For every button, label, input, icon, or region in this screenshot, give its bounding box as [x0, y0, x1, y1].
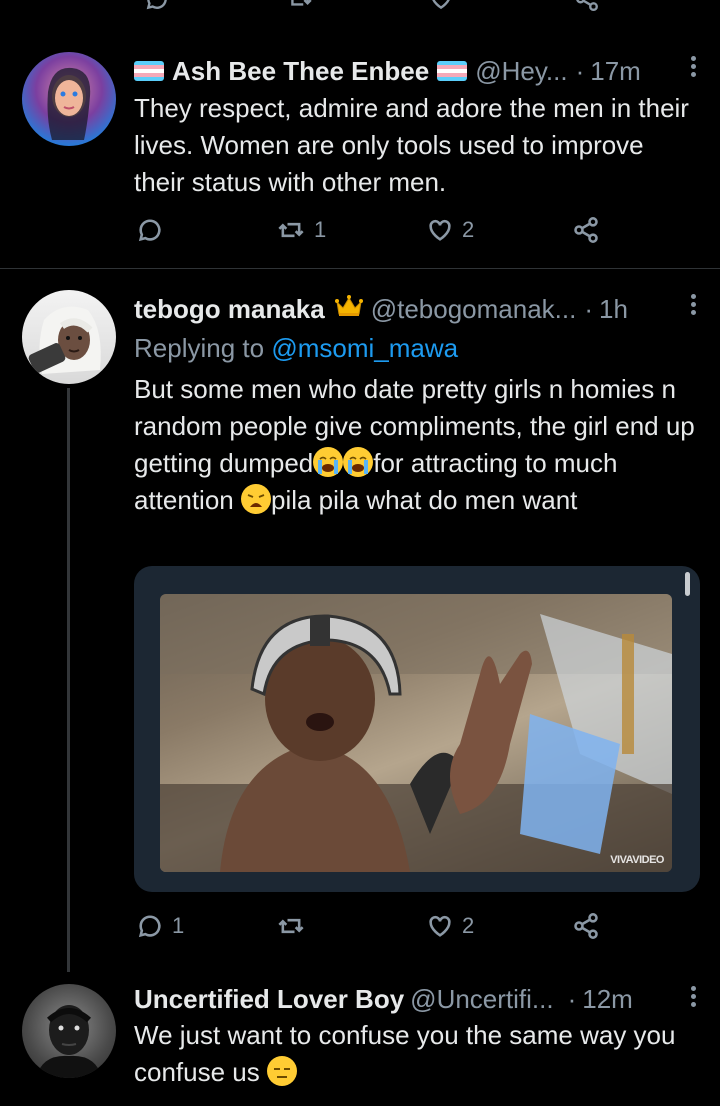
tweet-text: We just want to confuse you the same way…	[134, 1017, 700, 1091]
handle[interactable]: @tebogomanak...	[371, 294, 577, 325]
tweet-text: But some men who date pretty girls n hom…	[134, 371, 700, 519]
video-media[interactable]: VIVAVIDEO	[134, 566, 700, 892]
reply-button[interactable]: 1	[136, 912, 184, 940]
tweet-text-part: We just want to confuse you the same way…	[134, 1020, 676, 1087]
replying-to: Replying to @msomi_mawa	[134, 333, 458, 364]
separator: ·	[567, 983, 577, 1014]
trans-flag-icon	[134, 61, 164, 81]
reply-icon[interactable]	[144, 0, 170, 12]
display-name[interactable]: Uncertified Lover Boy	[134, 984, 404, 1015]
handle[interactable]: @Hey...	[475, 56, 567, 87]
like-button[interactable]: 2	[426, 912, 474, 940]
separator: ·	[584, 293, 594, 324]
like-button[interactable]: 2	[426, 216, 474, 244]
heart-icon	[429, 219, 451, 241]
display-name[interactable]: Ash Bee Thee Enbee	[172, 56, 429, 87]
video-watermark: VIVAVIDEO	[610, 854, 664, 866]
divider	[0, 268, 720, 269]
reply-icon	[138, 219, 161, 242]
heart-icon	[429, 915, 451, 937]
tweet-header: Ash Bee Thee Enbee @Hey... · 17m	[134, 54, 706, 88]
more-icon[interactable]	[688, 56, 698, 82]
handle[interactable]: @Uncertifi...	[410, 984, 553, 1015]
video-thumbnail[interactable]: VIVAVIDEO	[160, 594, 672, 872]
previous-tweet-actions	[0, 0, 720, 12]
retweet-count: 1	[314, 217, 327, 242]
tweet-header: Uncertified Lover Boy @Uncertifi... · 12…	[134, 982, 706, 1016]
reply-button[interactable]	[136, 216, 172, 244]
crown-icon	[334, 294, 363, 325]
like-count: 2	[462, 217, 475, 242]
weary-face-emoji-icon	[240, 484, 271, 514]
loudly-crying-emoji-icon	[313, 447, 344, 477]
tweet-actions: 1 2	[134, 216, 614, 250]
replying-prefix: Replying to	[134, 333, 265, 363]
timestamp[interactable]: 1h	[599, 294, 628, 325]
tweet-actions: 1 2	[134, 912, 614, 946]
reply-count: 1	[172, 913, 185, 938]
display-name[interactable]: tebogo manaka	[134, 294, 325, 325]
retweet-icon	[278, 222, 304, 238]
mention-link[interactable]: @msomi_mawa	[271, 333, 458, 363]
share-icon	[574, 217, 598, 243]
more-icon[interactable]	[688, 986, 698, 1012]
separator: ·	[575, 55, 585, 86]
loudly-crying-emoji-icon	[343, 447, 374, 477]
like-count: 2	[462, 913, 475, 938]
avatar[interactable]	[22, 984, 116, 1078]
tweet-text: They respect, admire and adore the men i…	[134, 93, 689, 197]
share-icon[interactable]	[574, 0, 600, 12]
share-button[interactable]	[572, 912, 600, 940]
tweet-header: tebogo manaka @tebogomanak... · 1h	[134, 292, 706, 326]
avatar[interactable]	[22, 290, 116, 384]
retweet-icon[interactable]	[286, 0, 314, 12]
timestamp[interactable]: 12m	[582, 984, 633, 1015]
scrollbar[interactable]	[685, 572, 690, 596]
retweet-button[interactable]: 1	[276, 216, 326, 244]
heart-icon[interactable]	[428, 0, 454, 12]
share-button[interactable]	[572, 216, 600, 244]
avatar[interactable]	[22, 52, 116, 146]
retweet-icon	[278, 918, 304, 934]
timestamp[interactable]: 17m	[590, 56, 641, 87]
expressionless-face-emoji-icon	[266, 1056, 297, 1086]
tweet-text-part: pila pila what do men want	[270, 485, 578, 515]
more-icon[interactable]	[688, 294, 698, 320]
thread-line	[67, 388, 70, 972]
reply-icon	[138, 915, 161, 938]
trans-flag-icon	[437, 61, 468, 81]
retweet-button[interactable]	[276, 912, 314, 940]
share-icon	[574, 913, 598, 939]
